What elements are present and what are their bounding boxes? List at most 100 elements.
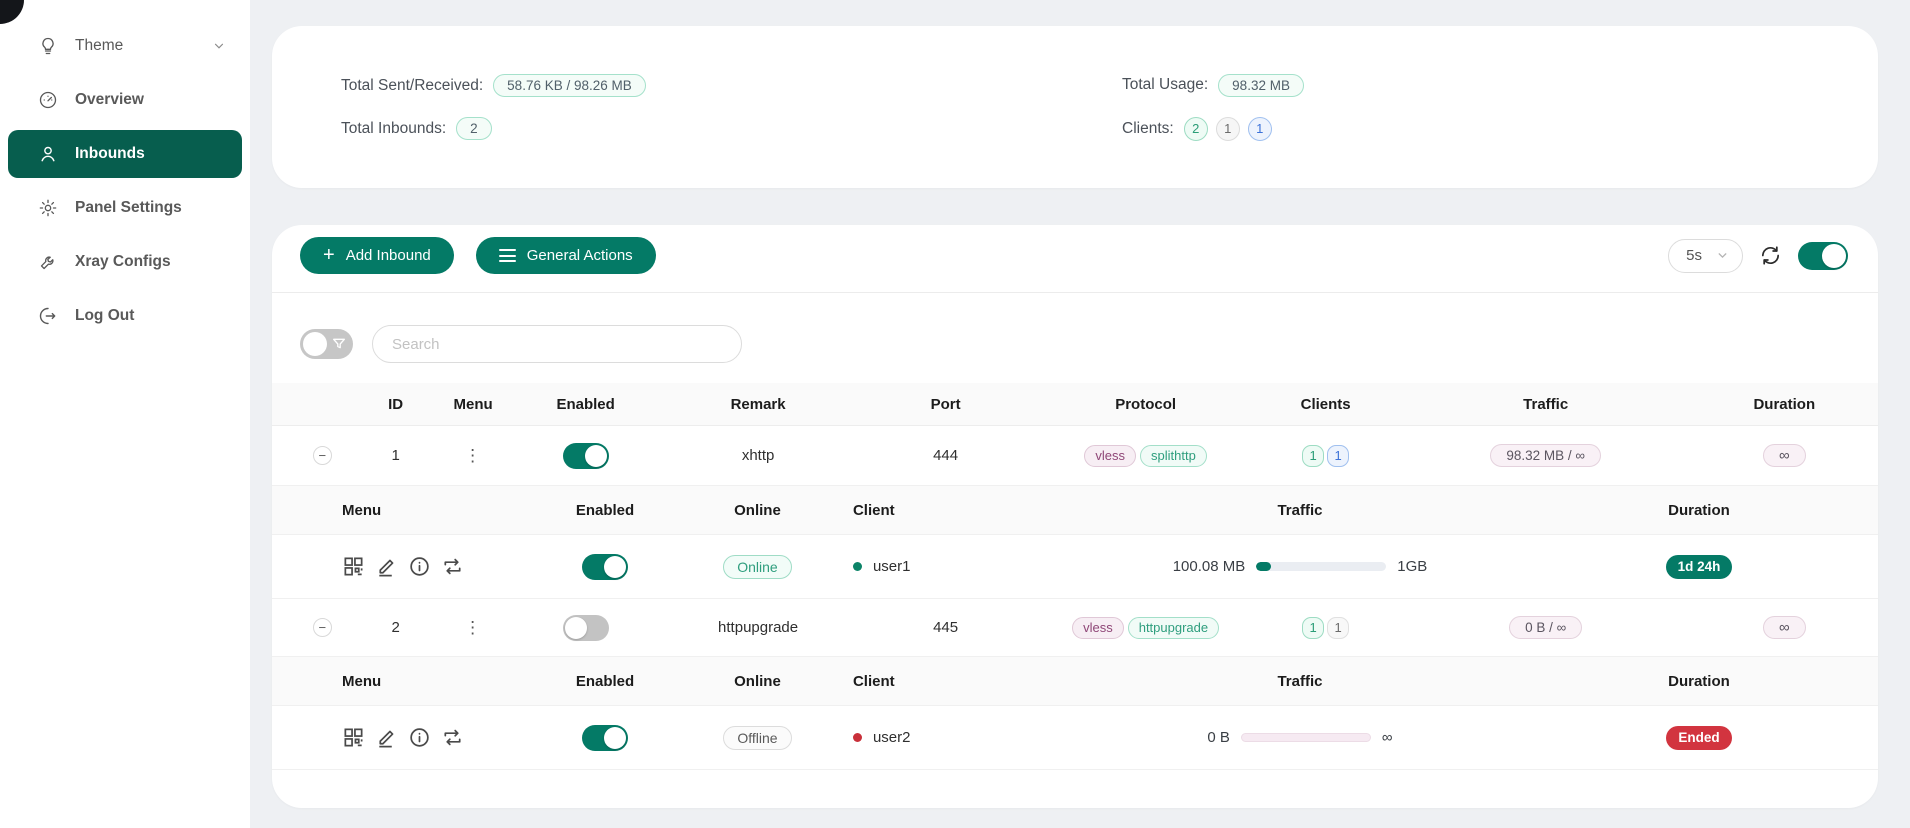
client-traffic-progress xyxy=(1256,562,1386,571)
total-usage-value: 98.32 MB xyxy=(1218,74,1304,97)
total-sent-received-label: Total Sent/Received: xyxy=(341,77,483,95)
chevron-down-icon xyxy=(1716,249,1729,262)
col-header-client: Client xyxy=(815,673,1080,690)
hamburger-icon xyxy=(499,249,516,262)
client-duration-badge: 1d 24h xyxy=(1666,555,1733,579)
total-usage-label: Total Usage: xyxy=(1122,76,1208,94)
qr-code-icon[interactable] xyxy=(342,555,365,578)
inbound-traffic-pill: 98.32 MB / ∞ xyxy=(1490,444,1601,467)
row-menu-button[interactable]: ⋮ xyxy=(464,618,482,637)
protocol-tag: vless xyxy=(1084,445,1136,467)
client-duration-badge: Ended xyxy=(1666,726,1731,750)
col-header-duration: Duration xyxy=(1520,502,1878,519)
add-inbound-button[interactable]: + Add Inbound xyxy=(300,237,454,274)
col-header-duration: Duration xyxy=(1691,396,1878,413)
client-table-header: Menu Enabled Online Client Traffic Durat… xyxy=(272,486,1878,535)
col-header-protocol: Protocol xyxy=(1041,396,1251,413)
dashboard-icon xyxy=(38,90,58,110)
clients-deactivated-badge: 1 xyxy=(1216,117,1240,141)
logout-icon xyxy=(38,306,58,326)
chevron-down-icon xyxy=(212,39,226,53)
inbound-enabled-toggle[interactable] xyxy=(563,443,609,469)
col-header-traffic: Traffic xyxy=(1080,673,1520,690)
inbound-duration-pill: ∞ xyxy=(1763,444,1806,467)
sidebar-item-xray-configs[interactable]: Xray Configs xyxy=(8,238,242,286)
search-input[interactable] xyxy=(372,325,742,363)
edit-icon[interactable] xyxy=(375,555,398,578)
refresh-interval-select[interactable]: 5s xyxy=(1668,239,1743,273)
client-name: user2 xyxy=(873,729,911,746)
inbound-id: 2 xyxy=(351,619,441,636)
client-online-badge: Online xyxy=(723,555,791,579)
clients-label: Clients: xyxy=(1122,120,1174,138)
stats-card: Total Sent/Received: 58.76 KB / 98.26 MB… xyxy=(272,26,1878,188)
sidebar-item-panel-settings[interactable]: Panel Settings xyxy=(8,184,242,232)
clients-count-badge: 1 xyxy=(1302,617,1324,639)
col-header-port: Port xyxy=(851,396,1041,413)
inbound-enabled-toggle[interactable] xyxy=(563,615,609,641)
gear-icon xyxy=(38,198,58,218)
refresh-interval-value: 5s xyxy=(1686,247,1702,264)
toolbar: + Add Inbound General Actions 5s xyxy=(272,237,1878,292)
inbound-traffic-pill: 0 B / ∞ xyxy=(1509,616,1582,639)
filter-toggle[interactable] xyxy=(300,329,353,359)
sidebar-item-inbounds[interactable]: Inbounds xyxy=(8,130,242,178)
inbound-port: 445 xyxy=(851,619,1041,636)
transport-tag: httpupgrade xyxy=(1128,617,1219,639)
sidebar-item-theme[interactable]: Theme xyxy=(8,22,242,70)
sidebar-item-label: Panel Settings xyxy=(75,199,182,217)
reset-traffic-icon[interactable] xyxy=(441,726,464,749)
collapse-row-button[interactable]: − xyxy=(313,618,332,637)
client-traffic-total: ∞ xyxy=(1382,730,1393,745)
inbound-port: 444 xyxy=(851,447,1041,464)
col-header-traffic: Traffic xyxy=(1401,396,1691,413)
person-icon xyxy=(38,144,58,164)
client-traffic-total: 1GB xyxy=(1397,558,1427,575)
client-status-dot xyxy=(853,733,862,742)
row-menu-button[interactable]: ⋮ xyxy=(464,446,482,465)
sidebar-item-log-out[interactable]: Log Out xyxy=(8,292,242,340)
col-header-duration: Duration xyxy=(1520,673,1878,690)
main-content: Total Sent/Received: 58.76 KB / 98.26 MB… xyxy=(250,0,1910,828)
total-inbounds-value: 2 xyxy=(456,117,492,140)
col-header-menu: Menu xyxy=(272,673,510,690)
collapse-row-button[interactable]: − xyxy=(313,446,332,465)
client-status-dot xyxy=(853,562,862,571)
qr-code-icon[interactable] xyxy=(342,726,365,749)
inbound-remark: xhttp xyxy=(666,447,851,464)
inbound-remark: httpupgrade xyxy=(666,619,851,636)
client-enabled-toggle[interactable] xyxy=(582,725,628,751)
col-header-menu: Menu xyxy=(441,396,506,413)
sidebar: Theme Overview Inbounds Panel Settings X… xyxy=(0,0,250,828)
client-enabled-toggle[interactable] xyxy=(582,554,628,580)
col-header-clients: Clients xyxy=(1251,396,1401,413)
info-icon[interactable] xyxy=(408,726,431,749)
sidebar-item-label: Log Out xyxy=(75,307,134,325)
corner-decoration xyxy=(0,0,24,24)
sidebar-item-overview[interactable]: Overview xyxy=(8,76,242,124)
client-traffic-used: 0 B xyxy=(1207,729,1230,746)
client-traffic-used: 100.08 MB xyxy=(1173,558,1246,575)
sidebar-item-label: Overview xyxy=(75,91,144,109)
client-table-header: Menu Enabled Online Client Traffic Durat… xyxy=(272,657,1878,706)
refresh-icon[interactable] xyxy=(1759,244,1782,267)
client-row: Offline user2 0 B ∞ Ended xyxy=(272,706,1878,770)
inbounds-table: ID Menu Enabled Remark Port Protocol Cli… xyxy=(272,383,1878,770)
sidebar-item-label: Inbounds xyxy=(75,145,145,163)
col-header-online: Online xyxy=(700,502,815,519)
clients-total-badge: 2 xyxy=(1184,117,1208,141)
clients-deactivated-badge: 1 xyxy=(1327,617,1349,639)
auto-refresh-toggle[interactable] xyxy=(1798,242,1848,270)
inbound-id: 1 xyxy=(351,447,441,464)
client-name: user1 xyxy=(873,558,911,575)
clients-count-badge: 1 xyxy=(1302,445,1324,467)
clients-online-badge: 1 xyxy=(1248,117,1272,141)
col-header-enabled: Enabled xyxy=(510,673,700,690)
plus-icon: + xyxy=(323,245,335,265)
general-actions-button[interactable]: General Actions xyxy=(476,237,656,274)
col-header-menu: Menu xyxy=(272,502,510,519)
info-icon[interactable] xyxy=(408,555,431,578)
total-inbounds-label: Total Inbounds: xyxy=(341,120,446,138)
edit-icon[interactable] xyxy=(375,726,398,749)
reset-traffic-icon[interactable] xyxy=(441,555,464,578)
